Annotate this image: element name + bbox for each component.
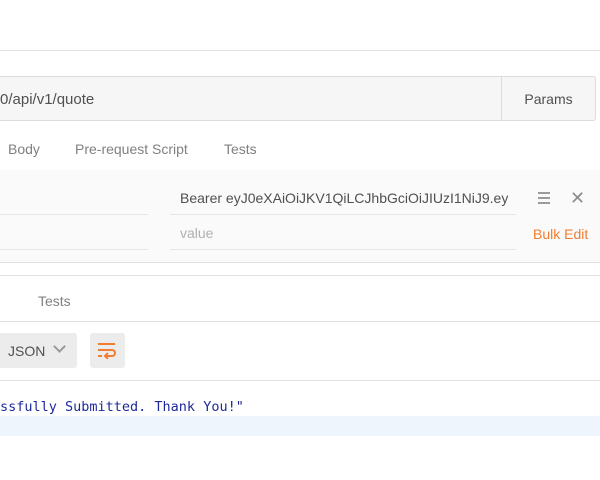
bulk-edit-button[interactable]: Bulk Edit — [533, 226, 588, 242]
format-dropdown[interactable]: JSON — [0, 333, 77, 368]
url-bar[interactable]: 0/api/v1/quote Params — [0, 76, 596, 121]
value-cell-border-2 — [170, 249, 516, 250]
menu-icon[interactable] — [538, 192, 550, 206]
wrap-lines-button[interactable] — [90, 333, 125, 368]
response-top-divider — [0, 275, 600, 276]
current-line-highlight — [0, 416, 600, 436]
response-tabs-divider — [0, 321, 600, 322]
tab-pre-request-script[interactable]: Pre-request Script — [75, 141, 188, 157]
tab-tests[interactable]: Tests — [224, 141, 257, 157]
headers-divider — [0, 262, 600, 263]
key-cell-border-2 — [0, 249, 148, 250]
new-header-value-field[interactable]: value — [180, 225, 213, 241]
wrap-lines-icon — [98, 343, 116, 359]
tab-body[interactable]: Body — [8, 141, 40, 157]
header-value-field[interactable]: Bearer eyJ0eXAiOiJKV1QiLCJhbGciOiJIUzI1N… — [180, 190, 508, 206]
chevron-down-icon — [53, 340, 66, 353]
response-body-text: ssfully Submitted. Thank You!" — [0, 399, 244, 415]
request-url-input[interactable]: 0/api/v1/quote — [0, 91, 94, 108]
format-selected-value: JSON — [8, 343, 46, 359]
response-tab-tests[interactable]: Tests — [38, 293, 71, 309]
top-divider — [0, 50, 600, 51]
params-button[interactable]: Params — [501, 77, 595, 120]
value-cell-border — [170, 214, 516, 215]
close-icon[interactable]: ✕ — [570, 188, 585, 209]
response-body-divider — [0, 380, 600, 381]
key-cell-border — [0, 214, 148, 215]
